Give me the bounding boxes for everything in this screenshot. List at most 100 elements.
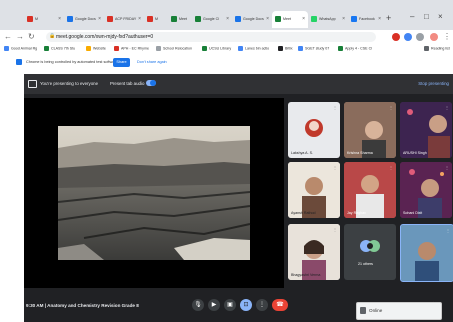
browser-tab[interactable]: Google Cl × <box>192 11 232 28</box>
browser-tab-strip: M × Google Docs × ACP FRIDAY × M Meet Googl… <box>0 0 453 30</box>
shared-screen <box>24 98 284 288</box>
bookmark-favicon <box>238 46 243 51</box>
browser-tab[interactable]: Google Docs × <box>232 11 272 28</box>
bookmark-item[interactable]: Apply 4 - CSE Cl <box>338 46 372 51</box>
bookmark-item[interactable]: Good Animal Rg <box>4 46 37 51</box>
reload-icon[interactable]: ↻ <box>28 32 35 41</box>
meeting-time: 9:30 AM <box>26 303 44 308</box>
more-options-icon[interactable]: ⋮ <box>333 227 337 232</box>
participant-tile[interactable]: ⋮ Sohani Dixit <box>400 162 452 218</box>
tab-close-icon[interactable]: × <box>226 16 229 22</box>
reading-list[interactable]: Reading list <box>424 46 450 51</box>
participant-tile[interactable]: ⋮ Bhagyashri Verma <box>288 224 340 280</box>
bookmark-favicon <box>114 46 119 51</box>
bookmark-favicon <box>278 46 283 51</box>
bookmark-favicon <box>4 46 9 51</box>
participant-photo <box>288 162 340 218</box>
participant-tile[interactable]: ⋮ Ayansh Rathod <box>288 162 340 218</box>
participant-photo <box>344 162 396 218</box>
participant-name: Ayansh Rathod <box>291 211 316 215</box>
browser-tab[interactable]: Meet <box>168 11 192 28</box>
end-call-button[interactable]: ☎ <box>272 299 288 311</box>
more-options-icon[interactable]: ⋮ <box>333 105 337 110</box>
extension-icon[interactable] <box>416 33 424 41</box>
participant-name: Bhagyashri Verma <box>291 273 321 277</box>
dont-share-link[interactable]: Don't share again <box>137 60 167 64</box>
tab-close-icon[interactable]: × <box>138 16 141 22</box>
lock-icon: 🔒 <box>49 33 56 39</box>
browser-tab[interactable]: M <box>144 11 168 28</box>
tab-favicon <box>27 16 33 22</box>
tab-label: Meet <box>179 17 187 21</box>
participant-tile[interactable]: ⋮ ARUSHI Singh <box>400 102 452 158</box>
bookmark-item[interactable]: Website <box>86 46 106 51</box>
back-icon[interactable]: ← <box>4 32 12 41</box>
maximize-icon[interactable]: □ <box>424 12 429 21</box>
bookmark-item[interactable]: SGET study 07 <box>298 46 329 51</box>
tab-favicon <box>311 16 317 22</box>
browser-tab[interactable]: WhatsApp × <box>308 11 348 28</box>
tab-favicon <box>67 16 73 22</box>
tab-close-icon[interactable]: × <box>98 16 101 22</box>
more-options-button[interactable]: ⋮ <box>256 299 268 311</box>
tab-close-icon[interactable]: × <box>378 16 381 22</box>
present-button[interactable]: ⊡ <box>240 299 252 311</box>
participant-tile[interactable]: ⋮ Krishna Sharma <box>344 102 396 158</box>
tab-close-icon[interactable]: × <box>266 16 269 22</box>
more-options-icon[interactable]: ⋮ <box>333 165 337 170</box>
tab-close-icon[interactable]: × <box>342 16 345 22</box>
participant-tile-others[interactable]: 21 others <box>344 224 396 280</box>
participant-name: Sohani Dixit <box>403 211 423 215</box>
participant-tile[interactable]: ⋮ Lakshya A. S. <box>288 102 340 158</box>
stop-presenting-button[interactable]: Stop presenting <box>418 81 449 86</box>
bookmark-item[interactable]: Lanes bin actio <box>238 46 269 51</box>
tab-label: Meet <box>283 17 291 21</box>
bookmark-item[interactable]: CLASS 7th Stu <box>44 46 75 51</box>
more-options-icon[interactable]: ⋮ <box>446 228 450 233</box>
time-separator: | <box>44 303 47 308</box>
meeting-title: Anatomy and Chemistry Revision Grade 8 <box>47 303 139 308</box>
more-options-icon[interactable]: ⋮ <box>445 165 449 170</box>
tab-label: Facebook <box>359 17 375 21</box>
download-popup[interactable]: Online <box>356 302 442 320</box>
present-audio-toggle[interactable] <box>146 80 156 86</box>
mic-button[interactable]: 🎙 <box>192 299 204 311</box>
browser-tab[interactable]: ACP FRIDAY × <box>104 11 144 28</box>
new-tab-icon[interactable]: + <box>386 13 391 23</box>
bookmark-item[interactable]: APH - EC Rhyme <box>114 46 149 51</box>
self-tile[interactable]: ⋮ <box>400 224 453 282</box>
browser-tab[interactable]: Google Docs × <box>64 11 104 28</box>
participant-name: ARUSHI Singh <box>403 151 427 155</box>
more-options-icon[interactable]: ⋮ <box>389 105 393 110</box>
browser-tab[interactable]: M × <box>24 11 64 28</box>
forward-icon[interactable]: → <box>16 32 24 41</box>
tab-close-icon[interactable]: × <box>58 16 61 22</box>
close-window-icon[interactable]: × <box>438 12 443 21</box>
bookmark-favicon <box>86 46 91 51</box>
bookmark-item[interactable]: School Relocation <box>156 46 192 51</box>
camera-button[interactable]: ▶ <box>208 299 220 311</box>
captions-button[interactable]: ▣ <box>224 299 236 311</box>
tab-favicon <box>195 16 201 22</box>
tab-favicon <box>235 16 241 22</box>
browser-tab-active[interactable]: Meet × <box>272 11 308 28</box>
others-count: 21 others <box>358 262 373 266</box>
present-audio-label: Present tab audio <box>110 81 145 86</box>
reading-list-icon <box>424 46 429 51</box>
more-options-icon[interactable]: ⋮ <box>445 105 449 110</box>
tab-close-icon[interactable]: × <box>302 16 305 22</box>
participant-tile[interactable]: ⋮ Jay Raghav <box>344 162 396 218</box>
others-avatars <box>360 240 380 252</box>
browser-tab[interactable]: Facebook × <box>348 11 384 28</box>
extension-icon[interactable] <box>404 33 412 41</box>
share-button[interactable]: Share <box>113 58 130 67</box>
bookmark-item[interactable]: UCSU Library <box>202 46 231 51</box>
participant-photo <box>400 162 452 218</box>
minimize-icon[interactable]: – <box>410 12 414 21</box>
extension-icon[interactable] <box>392 33 400 41</box>
more-options-icon[interactable]: ⋮ <box>389 165 393 170</box>
profile-avatar[interactable] <box>430 33 438 41</box>
omnibox[interactable]: 🔒 meet.google.com/xwn-mjdy-fxd?authuser=… <box>46 32 376 42</box>
bookmark-item[interactable]: Bitlix <box>278 46 293 51</box>
menu-icon[interactable]: ⋮ <box>443 32 451 41</box>
